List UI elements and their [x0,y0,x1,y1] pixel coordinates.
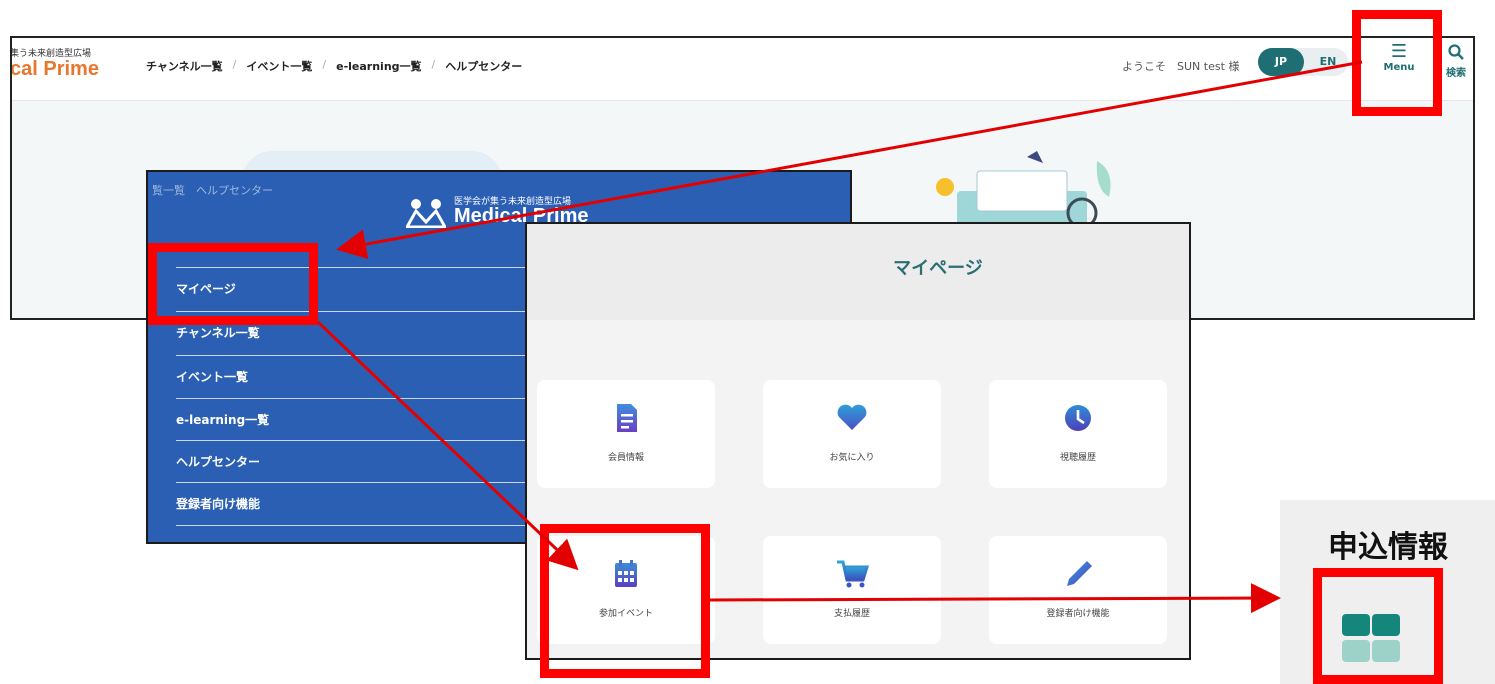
arrow-mypage-to-events [316,320,579,571]
annotation-arrows [316,60,1363,614]
arrow-events-to-application [709,583,1281,614]
arrow-menu-to-mypage [336,60,1363,259]
